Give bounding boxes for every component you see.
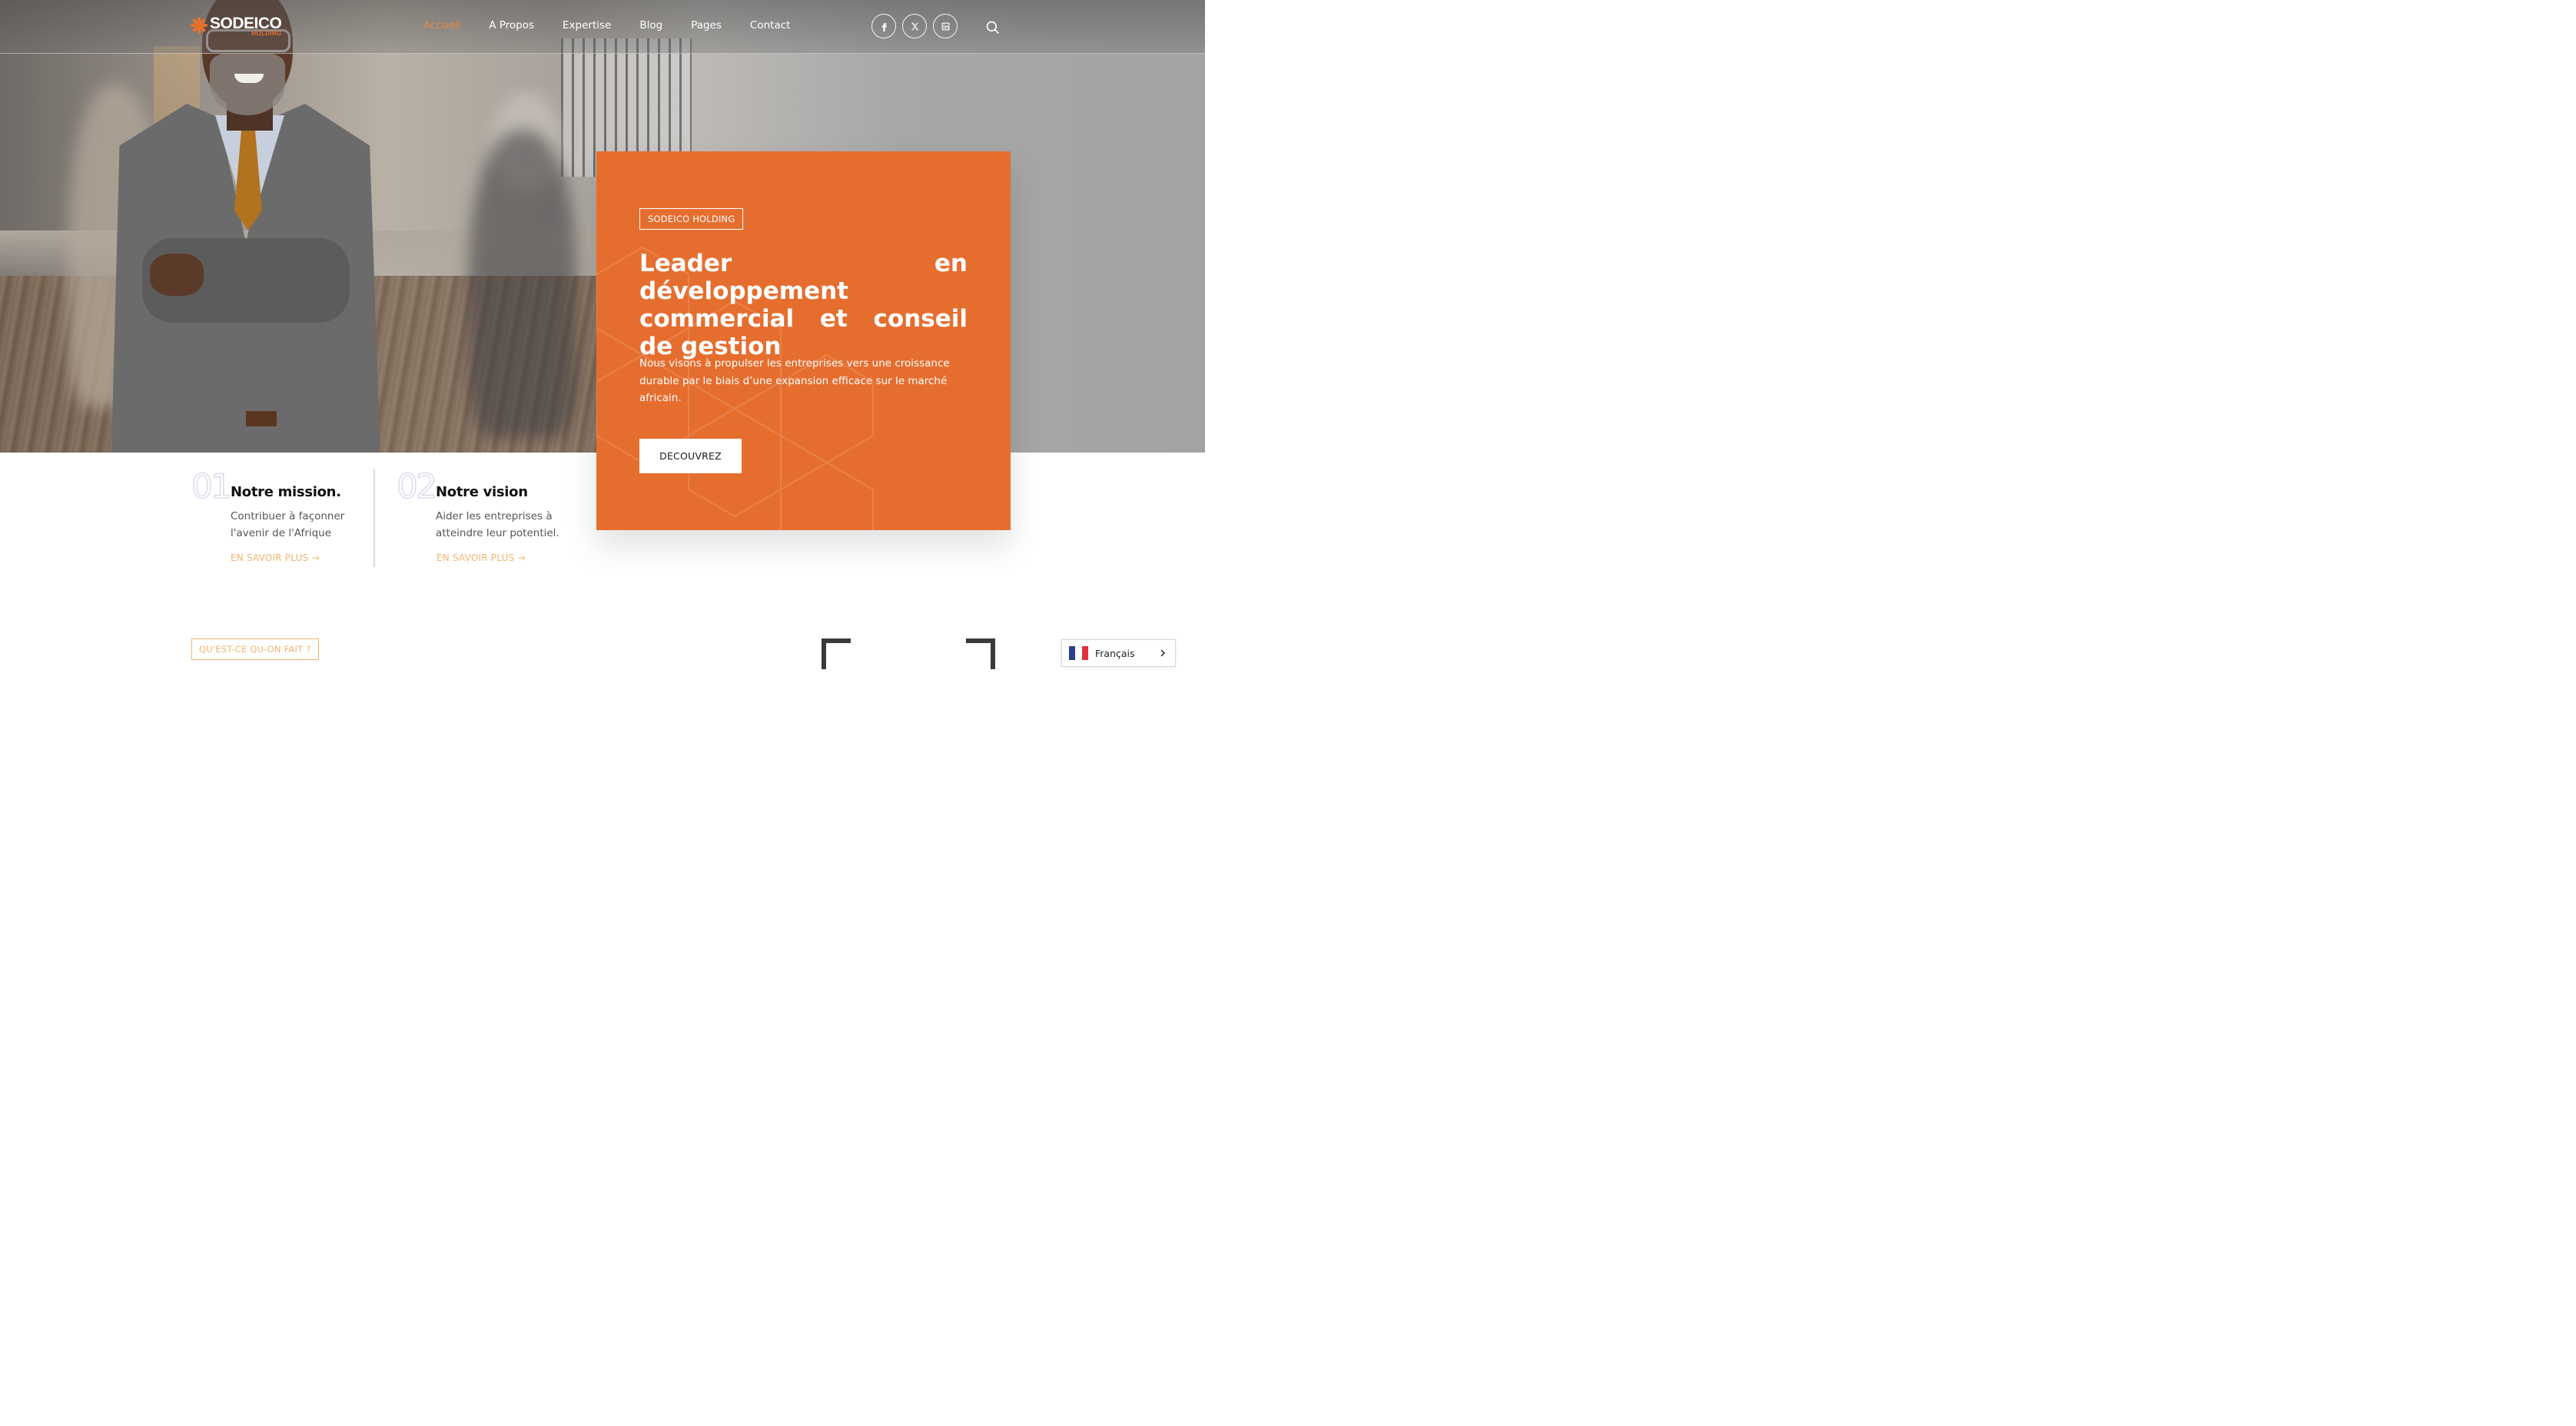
nav-item-contact[interactable]: Contact	[750, 19, 791, 32]
logo-star-icon	[191, 17, 207, 34]
site-header: SODEICO HOLDING Accueil A Propos Experti…	[0, 0, 1205, 54]
mission-text-line-2: l'avenir de l'Afrique	[231, 527, 332, 539]
mission-learn-more-link[interactable]: EN SAVOIR PLUS →	[231, 552, 320, 563]
facebook-icon	[881, 22, 887, 32]
card-tag: SODEICO HOLDING	[639, 208, 744, 230]
france-flag-icon	[1069, 646, 1088, 660]
site-logo[interactable]: SODEICO HOLDING	[191, 15, 282, 37]
facebook-button[interactable]	[871, 14, 896, 38]
linkedin-button[interactable]	[933, 14, 958, 38]
social-links	[871, 14, 958, 38]
logo-subtitle: HOLDING	[251, 30, 282, 37]
hero-businessman-image	[111, 0, 380, 453]
language-switcher[interactable]: Français	[1061, 639, 1176, 667]
frame-corner-right	[966, 638, 995, 669]
vision-learn-more-link[interactable]: EN SAVOIR PLUS →	[437, 552, 526, 563]
search-icon[interactable]	[985, 20, 1001, 35]
vision-text-line-1: Aider les entreprises à	[436, 510, 553, 522]
logo-name: SODEICO	[210, 15, 282, 32]
vision-title: Notre vision	[436, 484, 528, 500]
x-twitter-icon	[911, 22, 918, 30]
mission-title: Notre mission.	[231, 484, 341, 500]
nav-item-pages[interactable]: Pages	[691, 19, 722, 32]
mission-number: 01	[191, 467, 233, 506]
vision-text-line-2: atteindre leur potentiel.	[436, 527, 559, 539]
language-label: Français	[1095, 647, 1135, 659]
nav-item-blog[interactable]: Blog	[639, 19, 662, 32]
mission-vision-divider	[373, 469, 375, 567]
hero-card: SODEICO HOLDING Leader en développement …	[596, 151, 1011, 530]
section-tag: QU'EST-CE QU-ON FAIT ?	[191, 638, 319, 660]
decouvrez-button[interactable]: DECOUVREZ	[639, 439, 742, 473]
nav-item-expertise[interactable]: Expertise	[563, 19, 611, 32]
mission-text-line-1: Contribuer à façonner	[231, 510, 345, 522]
chevron-right-icon	[1160, 649, 1166, 657]
frame-corner-left	[822, 638, 851, 669]
main-nav: Accueil A Propos Expertise Blog Pages Co…	[423, 19, 818, 32]
nav-item-accueil[interactable]: Accueil	[423, 19, 460, 32]
vision-number: 02	[397, 467, 438, 506]
hero-description: Nous visons à propulser les entreprises …	[639, 357, 950, 404]
hero-blurred-person	[469, 131, 576, 438]
x-twitter-button[interactable]	[902, 14, 927, 38]
hero-title: Leader en développement commercial et co…	[639, 250, 968, 360]
linkedin-icon	[941, 22, 949, 30]
nav-item-a-propos[interactable]: A Propos	[489, 19, 534, 32]
